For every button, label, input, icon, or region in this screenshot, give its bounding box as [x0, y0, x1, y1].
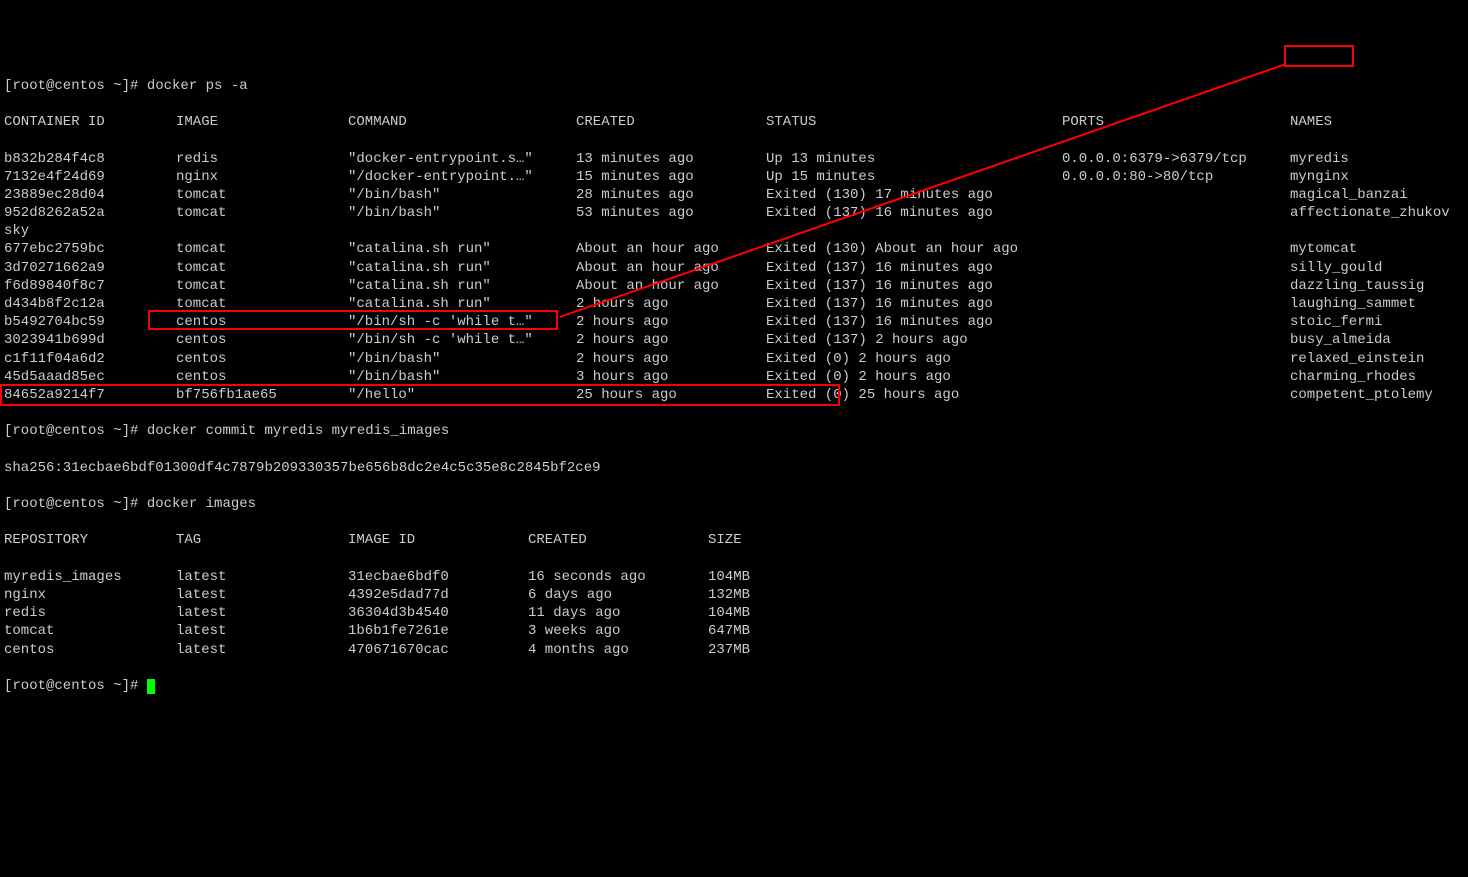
prompt-line-1: [root@centos ~]# docker ps -a [4, 77, 1464, 95]
ps-header-row: CONTAINER IDIMAGECOMMANDCREATEDSTATUSPOR… [4, 113, 1464, 131]
prompt-line-4[interactable]: [root@centos ~]# [4, 677, 1464, 695]
table-row: myredis_imageslatest31ecbae6bdf016 secon… [4, 568, 1464, 586]
table-row: 3023941b699dcentos"/bin/sh -c 'while t…"… [4, 331, 1464, 349]
table-row: d434b8f2c12atomcat"catalina.sh run"2 hou… [4, 295, 1464, 313]
table-row: 952d8262a52atomcat"/bin/bash"53 minutes … [4, 204, 1464, 222]
table-row: 677ebc2759bctomcat"catalina.sh run"About… [4, 240, 1464, 258]
cmd-docker-commit: docker commit myredis myredis_images [147, 423, 449, 439]
table-row: centoslatest470671670cac4 months ago237M… [4, 641, 1464, 659]
table-row: b832b284f4c8redis"docker-entrypoint.s…"1… [4, 150, 1464, 168]
commit-output: sha256:31ecbae6bdf01300df4c7879b20933035… [4, 459, 1464, 477]
table-row: c1f11f04a6d2centos"/bin/bash"2 hours ago… [4, 350, 1464, 368]
cmd-docker-ps: docker ps -a [147, 78, 248, 94]
table-row: redislatest36304d3b454011 days ago104MB [4, 604, 1464, 622]
prompt-line-2: [root@centos ~]# docker commit myredis m… [4, 422, 1464, 440]
table-row: f6d89840f8c7tomcat"catalina.sh run"About… [4, 277, 1464, 295]
table-row: 7132e4f24d69nginx"/docker-entrypoint.…"1… [4, 168, 1464, 186]
prompt-line-3: [root@centos ~]# docker images [4, 495, 1464, 513]
table-row: 3d70271662a9tomcat"catalina.sh run"About… [4, 259, 1464, 277]
table-row: 23889ec28d04tomcat"/bin/bash"28 minutes … [4, 186, 1464, 204]
cursor-icon [147, 679, 155, 694]
cmd-docker-images: docker images [147, 496, 256, 512]
highlight-myredis-name [1284, 45, 1354, 67]
table-row: b5492704bc59centos"/bin/sh -c 'while t…"… [4, 313, 1464, 331]
table-row: 84652a9214f7bf756fb1ae65"/hello"25 hours… [4, 386, 1464, 404]
table-row: tomcatlatest1b6b1fe7261e3 weeks ago647MB [4, 622, 1464, 640]
table-row: nginxlatest4392e5dad77d6 days ago132MB [4, 586, 1464, 604]
img-header-row: REPOSITORYTAGIMAGE IDCREATEDSIZE [4, 531, 1464, 549]
table-row: 45d5aaad85eccentos"/bin/bash"3 hours ago… [4, 368, 1464, 386]
table-row-wrap: sky [4, 222, 1464, 240]
